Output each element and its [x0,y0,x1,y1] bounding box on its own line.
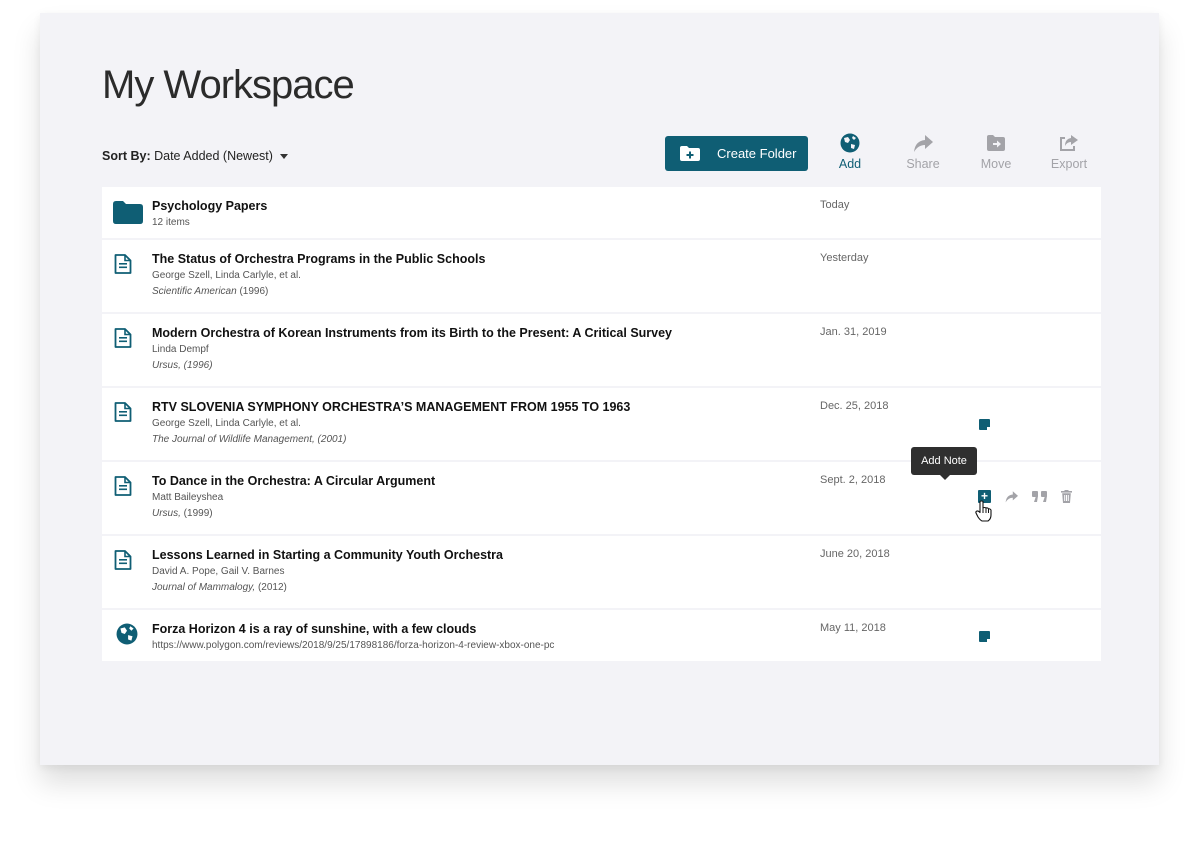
note-icon[interactable] [979,631,990,642]
list-item-document[interactable]: The Status of Orchestra Programs in the … [102,240,1101,312]
share-icon [1005,491,1018,503]
share-item-button[interactable] [1004,490,1019,503]
row-actions: + [978,490,1085,503]
workspace-panel: My Workspace Sort By: Date Added (Newest… [40,13,1159,765]
export-icon [1060,135,1078,151]
move-button[interactable]: Move [972,133,1020,171]
move-label: Move [980,157,1012,171]
list-item-folder[interactable]: Psychology Papers 12 items Today [102,187,1101,238]
document-icon [114,328,132,348]
item-date: June 20, 2018 [820,548,890,560]
item-authors: George Szell, Linda Carlyle, et al. [152,418,301,429]
list-item-document[interactable]: Lessons Learned in Starting a Community … [102,536,1101,608]
item-count: 12 items [152,217,190,228]
item-title: To Dance in the Orchestra: A Circular Ar… [152,474,436,488]
item-journal: The Journal of Wildlife Management, (200… [152,434,347,445]
item-title: Modern Orchestra of Korean Instruments f… [152,326,673,340]
quote-icon [1032,490,1047,502]
item-date: Yesterday [820,252,869,264]
document-icon [114,550,132,570]
item-authors: Linda Dempf [152,344,209,355]
document-icon [114,402,132,422]
delete-button[interactable] [1061,490,1072,503]
item-citation: The Journal of Wildlife Management, (200… [152,434,346,445]
item-journal: Ursus, (1996) [152,360,213,371]
item-date: May 11, 2018 [820,622,886,634]
item-title: Psychology Papers [152,199,268,213]
item-url[interactable]: https://www.polygon.com/reviews/2018/9/2… [152,640,554,651]
document-icon [114,254,132,274]
item-citation: Ursus, (1999) [152,508,213,519]
globe-icon [116,623,138,645]
document-icon [114,476,132,496]
item-title: Forza Horizon 4 is a ray of sunshine, wi… [152,622,477,636]
create-folder-label: Create Folder [717,146,797,161]
folder-plus-icon [680,146,700,161]
sort-label: Sort By: [102,149,151,163]
share-button[interactable]: Share [899,133,947,171]
add-button[interactable]: Add [826,133,874,171]
item-title: The Status of Orchestra Programs in the … [152,252,486,266]
item-date: Sept. 2, 2018 [820,474,886,486]
note-icon[interactable] [979,419,990,430]
add-label: Add [838,157,862,171]
item-citation: Scientific American (1996) [152,286,268,297]
item-title: RTV SLOVENIA SYMPHONY ORCHESTRA’S MANAGE… [152,400,631,414]
tooltip-add-note: Add Note [911,447,977,480]
share-arrow-icon [914,135,933,152]
item-authors: George Szell, Linda Carlyle, et al. [152,270,301,281]
list-item-web[interactable]: Forza Horizon 4 is a ray of sunshine, wi… [102,610,1101,661]
item-citation: Ursus, (1996) [152,360,213,371]
item-year: (1999) [180,508,213,519]
folder-icon [113,201,143,224]
item-journal: Scientific American [152,286,237,297]
trash-icon [1061,490,1072,503]
sort-dropdown[interactable]: Sort By: Date Added (Newest) [102,149,289,163]
item-citation: Journal of Mammalogy, (2012) [152,582,287,593]
item-authors: David A. Pope, Gail V. Barnes [152,566,285,577]
list-item-document[interactable]: Modern Orchestra of Korean Instruments f… [102,314,1101,386]
item-year: (2012) [255,582,287,593]
item-journal: Ursus, [152,508,181,519]
item-year: (1996) [236,286,269,297]
item-list: Psychology Papers 12 items Today The Sta… [102,187,1101,663]
folder-move-icon [987,135,1005,151]
item-date: Jan. 31, 2019 [820,326,887,338]
item-journal: Journal of Mammalogy, [152,582,256,593]
create-folder-button[interactable]: Create Folder [665,136,808,171]
item-date: Dec. 25, 2018 [820,400,889,412]
globe-icon [840,133,860,153]
sort-value: Date Added (Newest) [154,149,273,163]
hand-cursor-icon [975,500,992,522]
share-label: Share [906,157,940,171]
page-title: My Workspace [102,63,355,107]
export-label: Export [1050,157,1088,171]
item-title: Lessons Learned in Starting a Community … [152,548,503,562]
caret-down-icon [280,154,289,160]
export-button[interactable]: Export [1045,133,1093,171]
item-date: Today [820,199,850,211]
cite-button[interactable] [1032,490,1048,503]
item-authors: Matt Baileyshea [152,492,224,503]
